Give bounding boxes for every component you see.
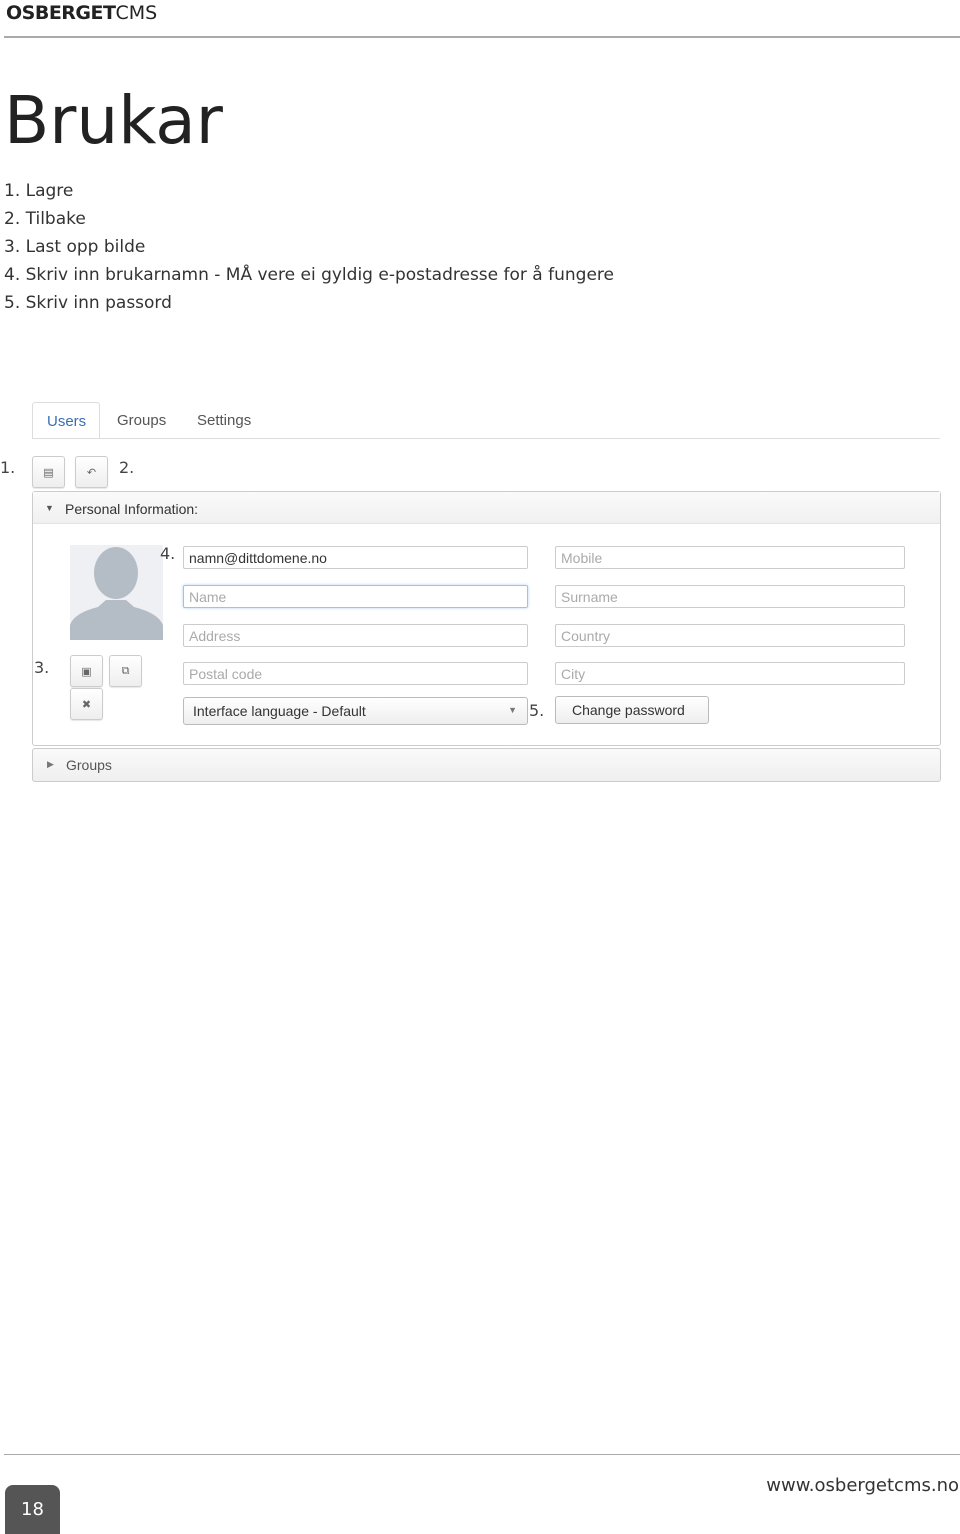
tab-users[interactable]: Users (32, 402, 100, 439)
footer-url: www.osbergetcms.no (766, 1475, 959, 1496)
tab-divider (32, 438, 940, 439)
personal-info-panel: ▼ Personal Information: 4. 3. ▣ ⧉ ✖ namn@… (32, 491, 941, 746)
save-icon: ▤ (43, 465, 54, 479)
step: 1. Lagre (4, 181, 74, 201)
avatar-placeholder (70, 545, 163, 640)
name-input[interactable]: Name (183, 585, 528, 608)
marker-5: 5. (529, 701, 545, 720)
mobile-input[interactable]: Mobile (555, 546, 905, 569)
page-title: Brukar (4, 82, 223, 159)
close-icon: ✖ (81, 697, 92, 711)
step: 3. Last opp bilde (4, 237, 146, 257)
groups-panel-title: Groups (66, 757, 112, 773)
footer-divider (4, 1454, 960, 1455)
country-input[interactable]: Country (555, 624, 905, 647)
steps-list: 1. Lagre 2. Tilbake 3. Last opp bilde 4.… (4, 177, 614, 317)
step: 4. Skriv inn brukarnamn - MÅ vere ei gyl… (4, 265, 614, 285)
tab-groups[interactable]: Groups (103, 402, 180, 439)
step: 5. Skriv inn passord (4, 293, 172, 313)
caret-right-icon: ▶ (47, 759, 54, 769)
panel-header[interactable]: ▼ Personal Information: (33, 492, 940, 524)
panel-title: Personal Information: (65, 501, 199, 517)
marker-3: 3. (34, 658, 50, 677)
groups-panel[interactable]: ▶ Groups (32, 748, 941, 782)
marker-2: 2. (119, 458, 135, 477)
surname-input[interactable]: Surname (555, 585, 905, 608)
upload-image-button[interactable]: ▣ (70, 655, 103, 687)
tab-settings[interactable]: Settings (183, 402, 265, 439)
crop-icon: ⧉ (121, 664, 130, 677)
image-icon: ▣ (81, 664, 92, 678)
marker-1: 1. (0, 458, 16, 477)
change-password-button[interactable]: Change password (555, 696, 709, 724)
page-number: 18 (5, 1485, 60, 1534)
save-button[interactable]: ▤ (32, 456, 65, 488)
marker-4: 4. (160, 544, 176, 563)
postal-code-input[interactable]: Postal code (183, 662, 528, 685)
crop-image-button[interactable]: ⧉ (109, 655, 142, 687)
address-input[interactable]: Address (183, 624, 528, 647)
username-input[interactable]: namn@dittdomene.no (183, 546, 528, 569)
city-input[interactable]: City (555, 662, 905, 685)
chevron-down-icon: ▼ (508, 705, 517, 715)
caret-down-icon: ▼ (45, 503, 54, 513)
undo-icon: ↶ (86, 465, 97, 479)
back-button[interactable]: ↶ (75, 456, 108, 488)
header-divider (4, 36, 960, 38)
interface-language-select[interactable]: Interface language - Default ▼ (183, 697, 528, 725)
step: 2. Tilbake (4, 209, 86, 229)
select-value: Interface language - Default (193, 703, 366, 719)
remove-image-button[interactable]: ✖ (70, 688, 103, 720)
logo: OSBERGETCMS (6, 2, 158, 24)
